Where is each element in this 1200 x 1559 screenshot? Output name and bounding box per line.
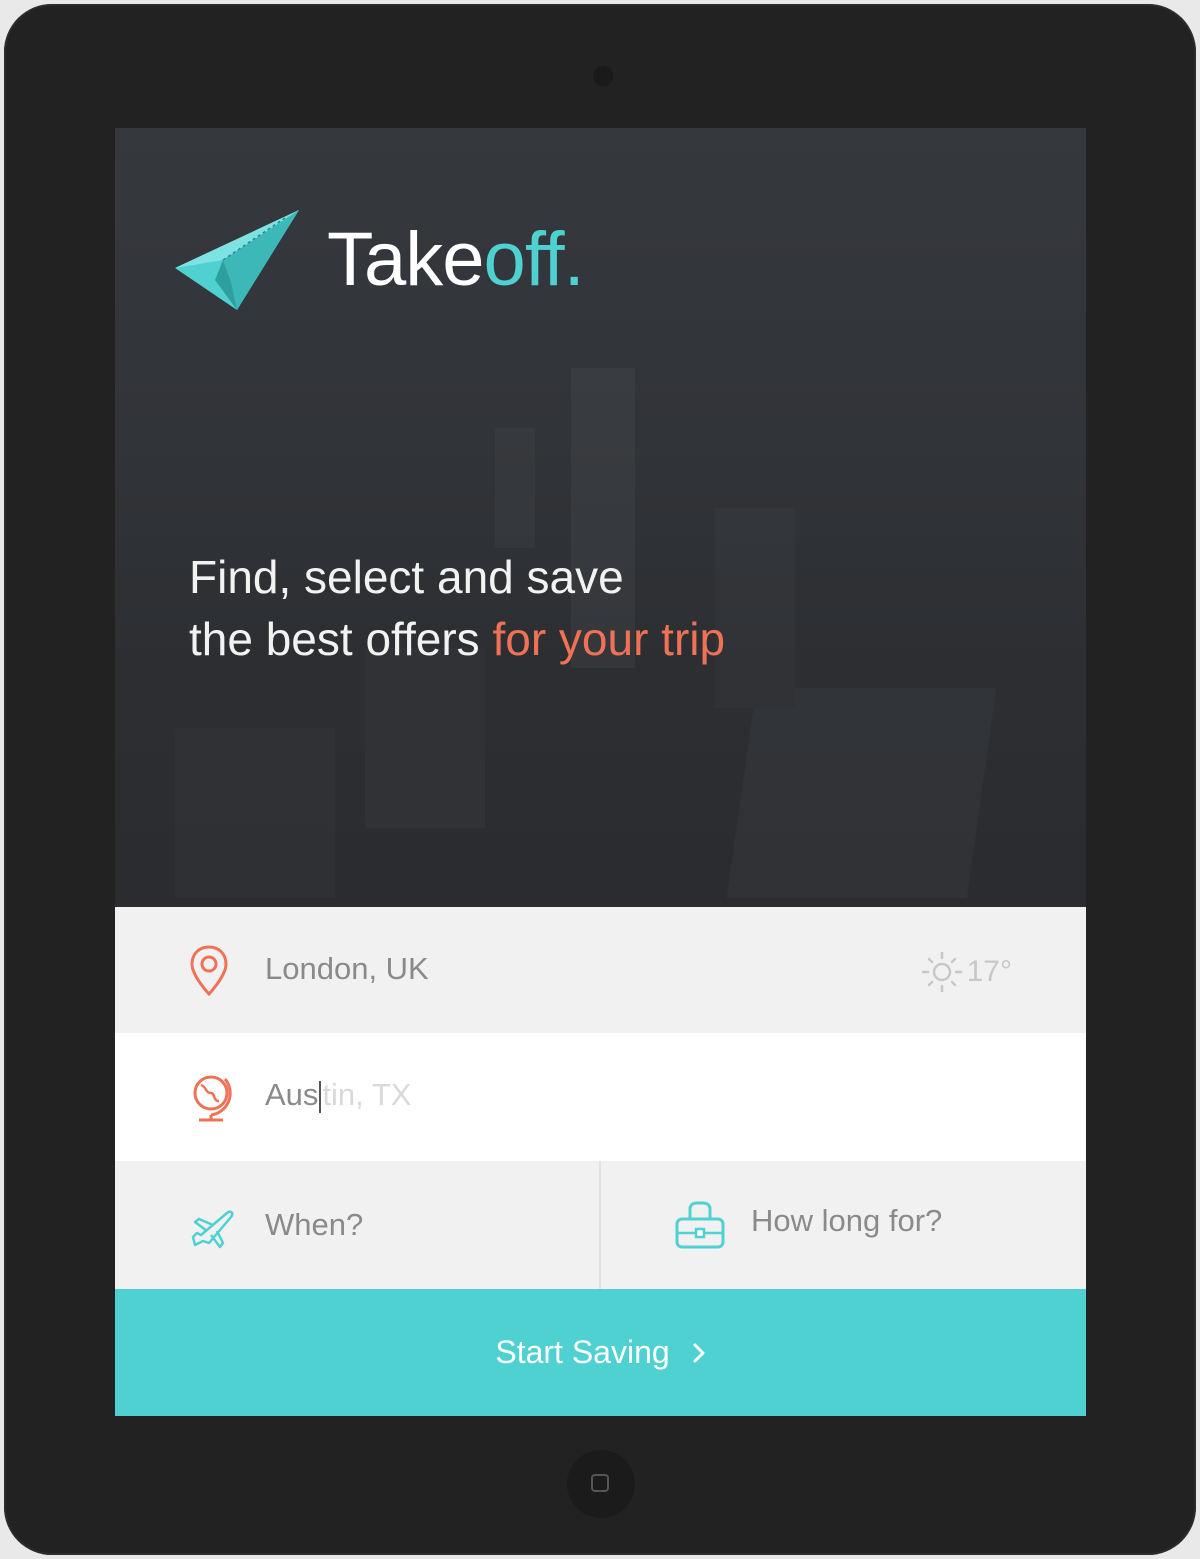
hero-section: Takeoff. Find, select and save the best … xyxy=(115,128,1086,907)
paper-plane-logo-icon xyxy=(175,210,299,310)
when-field[interactable]: When? xyxy=(115,1161,599,1289)
location-pin-icon xyxy=(190,945,228,997)
temperature-value: 17° xyxy=(966,955,1012,988)
destination-field[interactable]: Aus tin, TX xyxy=(115,1033,1086,1161)
headline-highlight: for your trip xyxy=(492,613,726,665)
when-placeholder: When? xyxy=(265,1207,364,1242)
suitcase-icon xyxy=(675,1201,725,1249)
chevron-right-icon xyxy=(693,1343,705,1362)
takeoff-logo: Takeoff. xyxy=(175,210,615,310)
brand-wordmark: Takeoff. xyxy=(327,210,585,310)
duration-field[interactable]: How long for? xyxy=(601,1161,1086,1289)
origin-value: London, UK xyxy=(265,951,429,986)
home-button[interactable] xyxy=(567,1450,635,1518)
destination-typed-text: Aus xyxy=(265,1077,319,1112)
autocomplete-suggestion: tin, TX xyxy=(322,1077,412,1112)
weather-indicator: 17° xyxy=(921,951,1012,993)
home-square-icon xyxy=(591,1474,609,1492)
app-screen: Takeoff. Find, select and save the best … xyxy=(115,128,1086,1416)
globe-icon xyxy=(193,1075,232,1122)
tablet-frame: Takeoff. Find, select and save the best … xyxy=(4,4,1196,1555)
headline-line-2-plain: the best offers xyxy=(189,613,493,665)
origin-field[interactable]: London, UK 17° xyxy=(115,907,1086,1033)
duration-placeholder: How long for? xyxy=(751,1203,943,1238)
headline-line-2: the best offers for your trip xyxy=(189,608,725,670)
camera-dot xyxy=(593,66,613,86)
brand-name-main: Take xyxy=(327,217,485,302)
start-saving-label: Start Saving xyxy=(495,1334,670,1370)
airplane-icon xyxy=(191,1210,234,1249)
headline-line-1: Find, select and save xyxy=(189,551,624,603)
sun-icon xyxy=(921,951,962,993)
trip-options-row: When? How long for? xyxy=(115,1161,1086,1289)
hero-headline: Find, select and save the best offers fo… xyxy=(189,546,725,670)
brand-name-accent: off. xyxy=(483,217,585,302)
destination-input[interactable]: Aus tin, TX xyxy=(265,1077,411,1113)
start-saving-button[interactable]: Start Saving xyxy=(115,1289,1086,1416)
